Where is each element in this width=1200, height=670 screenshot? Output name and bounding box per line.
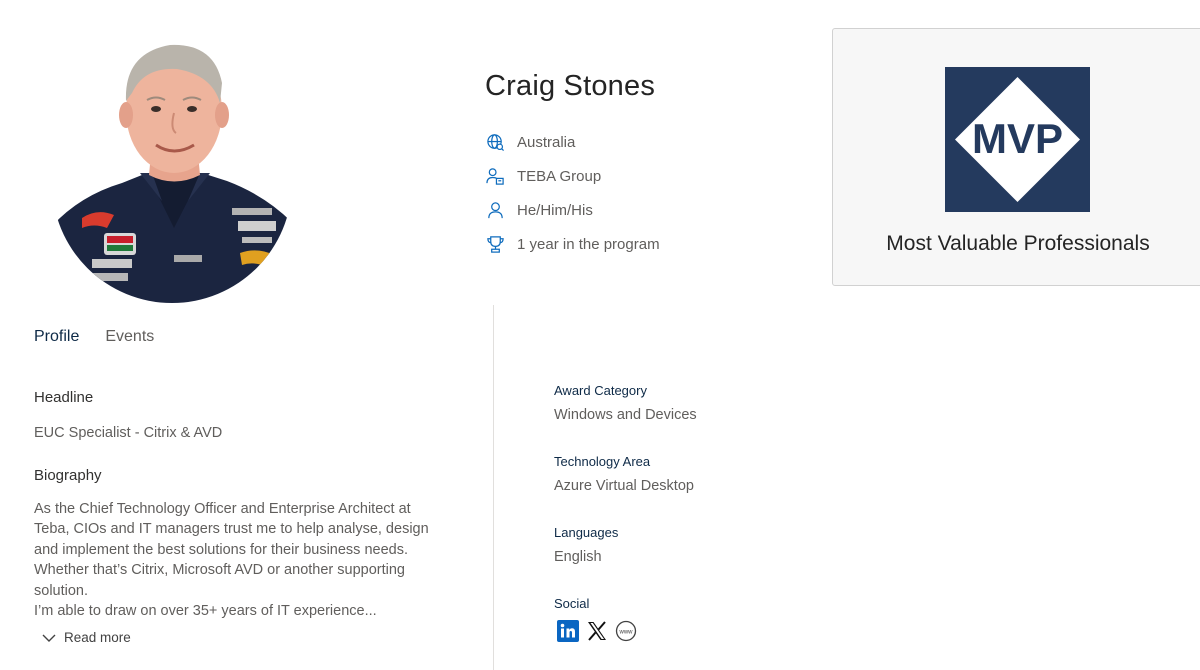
bio-line: As the Chief Technology Officer and Ente… (34, 501, 411, 517)
biography-heading: Biography (34, 467, 102, 484)
languages-value: English (554, 549, 602, 565)
identity-block: Craig Stones Australia TEBA Group He/Him… (485, 70, 660, 261)
mvp-logo: MVP (945, 67, 1090, 212)
company-text: TEBA Group (517, 167, 602, 185)
avatar-illustration (52, 28, 292, 303)
bio-line: I’m able to draw on over 35+ years of IT… (34, 603, 377, 620)
mvp-caption: Most Valuable Professionals (886, 232, 1150, 255)
social-label: Social (554, 596, 590, 611)
bio-line: solution. (34, 582, 89, 599)
profile-name: Craig Stones (485, 70, 656, 102)
person-building-icon (485, 166, 505, 186)
column-divider (493, 305, 494, 670)
meta-company: TEBA Group (485, 159, 660, 193)
bio-line: Teba, CIOs and IT managers trust me to h… (34, 521, 429, 538)
tenure-text: 1 year in the program (517, 235, 660, 253)
award-category-label: Award Category (554, 383, 647, 398)
mvp-logo-text: MVP (972, 115, 1063, 162)
linkedin-icon[interactable] (556, 619, 579, 642)
pronouns-text: He/Him/His (517, 201, 593, 219)
tab-profile[interactable]: Profile (34, 328, 79, 346)
chevron-down-icon (42, 631, 56, 645)
mvp-badge-card: MVP Most Valuable Professionals (832, 28, 1200, 286)
meta-pronouns: He/Him/His (485, 193, 660, 227)
location-text: Australia (517, 133, 576, 151)
headline-value: EUC Specialist - Citrix & AVD (34, 425, 223, 441)
award-category-value: Windows and Devices (554, 407, 697, 423)
read-more-label: Read more (64, 630, 131, 645)
x-icon[interactable] (585, 619, 608, 642)
globe-location-icon (485, 132, 505, 152)
tab-events[interactable]: Events (105, 328, 154, 346)
meta-tenure: 1 year in the program (485, 227, 660, 261)
meta-location: Australia (485, 125, 660, 159)
biography-text: As the Chief Technology Officer and Ente… (34, 499, 454, 621)
technology-area-label: Technology Area (554, 454, 651, 469)
technology-area-value: Azure Virtual Desktop (554, 478, 694, 494)
social-links: www (556, 619, 637, 642)
trophy-icon (485, 234, 505, 254)
svg-text:www: www (618, 629, 633, 635)
bio-line: and implement the best solutions for the… (34, 541, 408, 558)
read-more-button[interactable]: Read more (42, 630, 131, 645)
website-icon[interactable]: www (614, 619, 637, 642)
headline-heading: Headline (34, 389, 94, 406)
languages-label: Languages (554, 525, 619, 540)
profile-photo (52, 28, 292, 303)
bio-line: Whether that’s Citrix, Microsoft AVD or … (34, 562, 405, 579)
profile-tabs: Profile Events (34, 328, 154, 346)
person-icon (485, 200, 505, 220)
